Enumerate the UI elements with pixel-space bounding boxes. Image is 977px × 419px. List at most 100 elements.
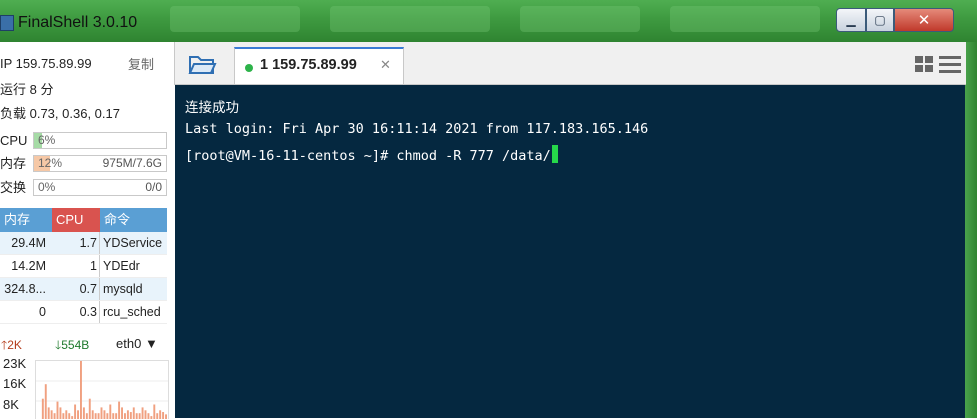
swap-usage-bar: 0% 0/0 — [33, 179, 167, 196]
upload-value: 2K — [7, 338, 22, 352]
tab-label: 1 159.75.89.99 — [260, 57, 357, 73]
title-decoration — [170, 6, 300, 32]
process-cpu: 0.3 — [52, 301, 100, 323]
maximize-button[interactable]: ▢ — [866, 8, 894, 32]
terminal-command: [root@VM-16-11-centos ~]# chmod -R 777 /… — [185, 148, 551, 164]
mem-label: 内存 — [0, 154, 26, 174]
server-ip: IP 159.75.89.99 — [0, 54, 92, 74]
uptime: 运行 8 分 — [0, 80, 53, 100]
column-header-cmd[interactable]: 命令 — [100, 208, 167, 232]
mem-usage-bar: 12% 975M/7.6G — [33, 155, 167, 172]
process-cpu: 1.7 — [52, 232, 100, 254]
sidebar: IP 159.75.89.99 复制 运行 8 分 负载 0.73, 0.36,… — [0, 42, 174, 418]
column-header-mem[interactable]: 内存 — [0, 208, 52, 232]
interface-value: eth0 — [116, 336, 141, 351]
network-bar — [59, 407, 61, 419]
network-bar — [147, 413, 149, 419]
process-row[interactable]: 324.8...0.7mysqld — [0, 278, 167, 301]
window-controls: ▁ ▢ ✕ — [836, 8, 954, 32]
network-bar — [136, 413, 138, 419]
network-bar — [106, 413, 108, 419]
network-bar — [86, 413, 88, 419]
process-table-header: 内存 CPU 命令 — [0, 208, 167, 232]
window-border — [965, 42, 977, 418]
minimize-icon: ▁ — [846, 13, 855, 27]
tab-session-1[interactable]: 1 159.75.89.99 ✕ — [234, 47, 404, 84]
swap-label: 交换 — [0, 178, 26, 198]
network-bar — [112, 413, 114, 419]
upload-speed: 🡑2K — [1, 336, 22, 357]
download-value: 554B — [61, 338, 89, 352]
network-bar — [83, 407, 85, 419]
network-bar — [121, 407, 123, 419]
process-mem: 29.4M — [0, 232, 52, 254]
network-bar — [80, 361, 82, 419]
minimize-button[interactable]: ▁ — [836, 8, 866, 32]
terminal-line: Last login: Fri Apr 30 16:11:14 2021 fro… — [185, 121, 648, 137]
close-icon: ✕ — [918, 11, 931, 29]
cpu-usage-text: 6% — [38, 132, 55, 148]
chart-y-label: 8K — [3, 397, 19, 412]
network-bar — [115, 413, 117, 419]
download-speed: 🡓554B — [55, 336, 89, 357]
open-folder-button[interactable] — [187, 52, 217, 76]
mem-usage-detail: 975M/7.6G — [103, 155, 162, 171]
network-bar — [89, 399, 91, 419]
network-bar — [118, 402, 120, 419]
title-decoration — [520, 6, 640, 32]
network-bar — [74, 405, 76, 419]
network-bar — [101, 407, 103, 419]
interface-select[interactable]: eth0 ▼ — [116, 336, 158, 351]
process-row[interactable]: 14.2M1YDEdr — [0, 255, 167, 278]
network-bar — [98, 413, 100, 419]
process-command: YDEdr — [100, 255, 167, 277]
app-icon — [0, 15, 14, 31]
swap-usage-text: 0% — [38, 179, 55, 195]
network-bar — [133, 407, 135, 419]
column-header-cpu[interactable]: CPU — [52, 208, 100, 232]
title-bar: FinalShell 3.0.10 ▁ ▢ ✕ — [0, 0, 977, 42]
network-chart — [35, 360, 169, 419]
process-cpu: 1 — [52, 255, 100, 277]
mem-usage-text: 12% — [38, 155, 62, 171]
network-bar — [42, 399, 44, 419]
network-bar — [142, 407, 144, 419]
network-stats: 🡑2K 🡓554B eth0 ▼ — [0, 336, 170, 356]
network-bar — [57, 402, 59, 419]
close-button[interactable]: ✕ — [894, 8, 954, 32]
process-cpu: 0.7 — [52, 278, 100, 300]
load-average: 负载 0.73, 0.36, 0.17 — [0, 104, 120, 124]
title-decoration — [670, 6, 820, 32]
network-bar — [109, 405, 111, 419]
network-bar — [62, 413, 64, 419]
chart-y-label: 23K — [3, 356, 26, 371]
process-table: 内存 CPU 命令 29.4M1.7YDService14.2M1YDEdr32… — [0, 208, 167, 324]
network-bar — [54, 413, 56, 419]
title-decoration — [330, 6, 490, 32]
network-bar — [48, 407, 50, 419]
network-bar — [68, 413, 70, 419]
tab-close-icon[interactable]: ✕ — [380, 58, 391, 73]
maximize-icon: ▢ — [874, 13, 885, 27]
menu-icon[interactable] — [939, 55, 961, 73]
terminal-cursor — [552, 145, 558, 163]
process-mem: 324.8... — [0, 278, 52, 300]
network-bar — [45, 384, 47, 419]
grid-view-icon[interactable] — [915, 56, 933, 72]
process-rows: 29.4M1.7YDService14.2M1YDEdr324.8...0.7m… — [0, 232, 167, 324]
process-mem: 0 — [0, 301, 52, 323]
process-row[interactable]: 29.4M1.7YDService — [0, 232, 167, 255]
cpu-usage-bar: 6% — [33, 132, 167, 149]
network-bar — [153, 405, 155, 419]
network-bar — [139, 413, 141, 419]
copy-ip-button[interactable]: 复制 — [128, 54, 154, 73]
process-mem: 14.2M — [0, 255, 52, 277]
folder-icon — [187, 52, 217, 76]
connection-status-icon — [245, 64, 253, 72]
network-bar — [165, 414, 167, 419]
process-row[interactable]: 00.3rcu_sched — [0, 301, 167, 324]
terminal-prompt-line: [root@VM-16-11-centos ~]# chmod -R 777 /… — [185, 145, 558, 164]
tab-bar: 1 159.75.89.99 ✕ — [174, 42, 966, 85]
terminal[interactable]: 连接成功 Last login: Fri Apr 30 16:11:14 202… — [175, 85, 965, 418]
network-bar — [156, 413, 158, 419]
